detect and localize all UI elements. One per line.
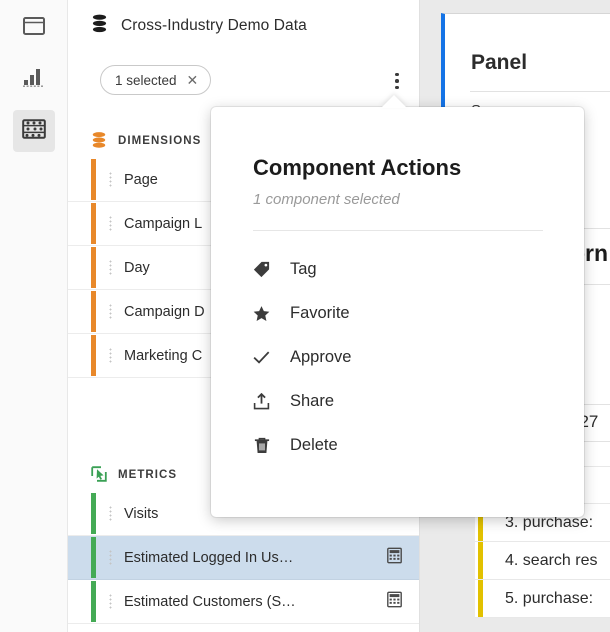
- data-source-title: Cross-Industry Demo Data: [121, 17, 307, 34]
- dimension-database-icon: [91, 131, 107, 151]
- menu-item-label: Tag: [290, 259, 317, 278]
- metric-accent-bar: [91, 537, 96, 578]
- panel-icon: [23, 16, 45, 40]
- calculated-metric-icon: [387, 547, 402, 568]
- database-icon: [91, 14, 108, 38]
- drag-handle-icon[interactable]: [109, 549, 112, 566]
- rail-item-panels[interactable]: [13, 7, 55, 49]
- drag-handle-icon[interactable]: [109, 347, 112, 364]
- drag-handle-icon[interactable]: [109, 593, 112, 610]
- rank-accent-bar: [478, 542, 483, 579]
- component-actions-popover: Component Actions 1 component selected T…: [211, 107, 584, 517]
- more-vertical-icon: [395, 72, 399, 77]
- visualization-icon: [22, 66, 46, 93]
- metric-item-selected[interactable]: Estimated Logged In Us…: [68, 536, 420, 580]
- metric-label: Estimated Logged In Us…: [124, 549, 294, 566]
- dimension-label: Day: [124, 259, 150, 276]
- dimension-accent-bar: [91, 203, 96, 244]
- dimensions-label: DIMENSIONS: [118, 135, 202, 147]
- trash-icon: [253, 437, 270, 454]
- drag-handle-icon[interactable]: [109, 215, 112, 232]
- rank-label: 4. search res: [505, 551, 598, 569]
- rank-row[interactable]: 5. purchase:: [475, 580, 610, 618]
- more-vertical-icon: [395, 85, 399, 90]
- rail-item-components[interactable]: [13, 110, 55, 152]
- app-root: Cross-Industry Demo Data 1 selected ✕ DI…: [0, 0, 610, 632]
- popover-arrow: [381, 95, 407, 108]
- share-icon: [253, 392, 270, 410]
- rank-row[interactable]: 4. search res: [475, 542, 610, 580]
- dimension-label: Marketing C: [124, 347, 203, 364]
- rail-item-visualizations[interactable]: [13, 58, 55, 100]
- panel-divider-rule: [470, 91, 610, 92]
- data-source-header[interactable]: Cross-Industry Demo Data: [68, 0, 420, 52]
- menu-item-label: Favorite: [290, 303, 350, 322]
- dimension-label: Campaign D: [124, 303, 205, 320]
- menu-item-label: Approve: [290, 347, 352, 366]
- menu-item-tag[interactable]: Tag: [253, 247, 553, 291]
- popover-subtitle: 1 component selected: [253, 191, 400, 208]
- close-icon[interactable]: ✕: [187, 73, 199, 87]
- dimension-accent-bar: [91, 291, 96, 332]
- menu-item-approve[interactable]: Approve: [253, 335, 553, 379]
- calculated-metric-icon: [387, 591, 402, 612]
- left-rail: [0, 0, 68, 632]
- check-icon: [253, 350, 270, 365]
- drag-handle-icon[interactable]: [109, 171, 112, 188]
- components-icon: [22, 118, 46, 144]
- dimension-accent-bar: [91, 159, 96, 200]
- drag-handle-icon[interactable]: [109, 303, 112, 320]
- selection-chip-row: 1 selected ✕: [68, 52, 420, 108]
- selection-chip-label: 1 selected: [115, 72, 177, 88]
- popover-divider: [253, 230, 543, 231]
- dimension-accent-bar: [91, 335, 96, 376]
- menu-item-label: Share: [290, 391, 335, 410]
- metric-label: Estimated Customers (S…: [124, 593, 296, 610]
- metric-label: Visits: [124, 505, 159, 522]
- metric-accent-bar: [91, 581, 96, 622]
- dimension-label: Campaign L: [124, 215, 203, 232]
- menu-item-label: Delete: [290, 435, 338, 454]
- more-actions-button[interactable]: [384, 64, 410, 98]
- panel-title: Panel: [471, 51, 528, 74]
- selection-chip[interactable]: 1 selected ✕: [100, 65, 212, 95]
- tag-icon: [253, 261, 270, 278]
- metric-cursor-icon: [91, 465, 107, 485]
- star-icon: [253, 305, 270, 322]
- more-vertical-icon: [395, 79, 399, 83]
- metrics-label: METRICS: [118, 469, 178, 481]
- drag-handle-icon[interactable]: [109, 259, 112, 276]
- menu-item-favorite[interactable]: Favorite: [253, 291, 553, 335]
- rank-label: 5. purchase:: [505, 589, 594, 607]
- menu-item-share[interactable]: Share: [253, 379, 553, 423]
- dimension-label: Page: [124, 171, 158, 188]
- metric-accent-bar: [91, 493, 96, 534]
- menu-item-delete[interactable]: Delete: [253, 423, 553, 467]
- dimension-accent-bar: [91, 247, 96, 288]
- rank-accent-bar: [478, 580, 483, 617]
- metric-item[interactable]: Estimated Customers (S…: [68, 580, 420, 624]
- popover-title: Component Actions: [253, 155, 462, 180]
- drag-handle-icon[interactable]: [109, 505, 112, 522]
- popover-menu: Tag Favorite Approve Share Delete: [253, 247, 553, 467]
